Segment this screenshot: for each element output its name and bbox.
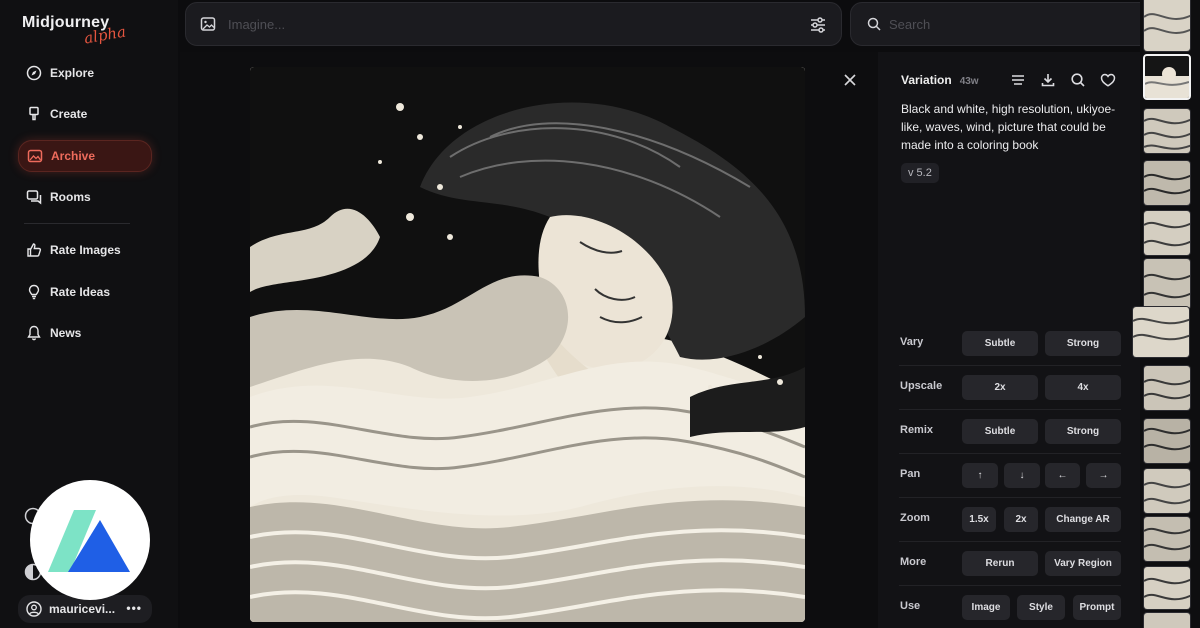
chat-icon [26, 189, 42, 205]
pan-button-2[interactable]: ↓ [1004, 463, 1040, 488]
more-button-1[interactable]: Rerun [962, 551, 1038, 576]
brush-icon [26, 106, 42, 122]
sidebar-item-label: Rooms [50, 190, 91, 204]
more-icon[interactable]: ••• [126, 601, 142, 615]
sidebar: Midjourney alpha Explore Create Archive … [0, 0, 178, 628]
more-button-2[interactable]: Vary Region [1045, 551, 1121, 576]
use-button-1[interactable]: Image [962, 595, 1010, 620]
action-row-pan: Pan ↑ ↓ ← → [899, 454, 1121, 498]
sidebar-item-label: News [50, 326, 82, 340]
action-label: Upscale [900, 380, 943, 392]
action-row-upscale: Upscale 2x 4x [899, 366, 1121, 410]
watermark-logo [30, 480, 150, 600]
pan-button-1[interactable]: ↑ [962, 463, 998, 488]
action-row-more: More Rerun Vary Region [899, 542, 1121, 586]
panel-header: Variation 43w [901, 73, 979, 87]
sidebar-item-label: Rate Images [50, 243, 121, 257]
remix-button-1[interactable]: Subtle [962, 419, 1038, 444]
user-icon [26, 601, 42, 617]
search-bar[interactable] [850, 2, 1160, 46]
vary-button-2[interactable]: Strong [1045, 331, 1121, 356]
upscale-button-2[interactable]: 4x [1045, 375, 1121, 400]
sidebar-item-rooms[interactable]: Rooms [18, 181, 152, 213]
sidebar-item-label: Archive [51, 149, 96, 163]
thumbnail[interactable] [1143, 365, 1191, 411]
settings-sliders-icon[interactable] [809, 16, 827, 39]
zoom-button-2[interactable]: 2x [1004, 507, 1038, 532]
sidebar-item-label: Explore [50, 66, 95, 80]
panel-title: Variation [901, 73, 952, 87]
sidebar-item-label: Rate Ideas [50, 285, 111, 299]
pan-button-4[interactable]: → [1086, 463, 1121, 488]
thumbnail[interactable] [1143, 418, 1191, 464]
sidebar-item-news[interactable]: News [18, 317, 152, 349]
thumbnail-selected[interactable] [1143, 54, 1191, 100]
action-label: Pan [900, 468, 921, 480]
zoom-button-1[interactable]: 1.5x [962, 507, 996, 532]
thumbnail[interactable] [1143, 566, 1191, 610]
zoom-button-3[interactable]: Change AR [1045, 507, 1121, 532]
menu-icon[interactable] [1010, 72, 1026, 88]
user-name: mauricevi... [49, 602, 116, 616]
sidebar-item-explore[interactable]: Explore [18, 57, 152, 89]
sidebar-item-archive[interactable]: Archive [18, 140, 152, 172]
bell-icon [26, 325, 42, 341]
thumbnail[interactable] [1143, 108, 1191, 154]
action-row-vary: Vary Subtle Strong [899, 322, 1121, 366]
use-button-3[interactable]: Prompt [1073, 595, 1121, 620]
thumbnail[interactable] [1143, 210, 1191, 256]
generated-image[interactable] [250, 67, 805, 622]
thumbnail[interactable] [1132, 306, 1190, 358]
download-icon[interactable] [1040, 72, 1056, 88]
image-icon [27, 148, 43, 164]
search-icon [867, 17, 881, 31]
thumbnail[interactable] [1143, 0, 1191, 52]
version-badge: v 5.2 [901, 163, 939, 183]
sidebar-item-rate-images[interactable]: Rate Images [18, 234, 152, 266]
imagine-input[interactable] [228, 16, 788, 32]
thumbnail[interactable] [1143, 160, 1191, 206]
app-logo[interactable]: Midjourney alpha [22, 14, 127, 48]
sidebar-item-label: Create [50, 107, 88, 121]
close-icon[interactable] [842, 72, 858, 88]
action-row-zoom: Zoom 1.5x 2x Change AR [899, 498, 1121, 542]
sidebar-divider [24, 223, 130, 224]
vary-button-1[interactable]: Subtle [962, 331, 1038, 356]
sidebar-item-rate-ideas[interactable]: Rate Ideas [18, 276, 152, 308]
lightbulb-icon [26, 284, 42, 300]
action-label: Zoom [900, 512, 930, 524]
sidebar-item-create[interactable]: Create [18, 98, 152, 130]
panel-age: 43w [959, 76, 979, 87]
use-button-2[interactable]: Style [1017, 595, 1065, 620]
search-similar-icon[interactable] [1070, 72, 1086, 88]
thumbnail[interactable] [1143, 612, 1191, 628]
upscale-button-1[interactable]: 2x [962, 375, 1038, 400]
action-row-use: Use Image Style Prompt [899, 586, 1121, 628]
action-label: More [900, 556, 927, 568]
thumbnail[interactable] [1143, 516, 1191, 562]
thumbnail-strip [1132, 0, 1200, 628]
thumbnail[interactable] [1143, 468, 1191, 514]
search-input[interactable] [889, 16, 1129, 32]
heart-icon[interactable] [1100, 72, 1116, 88]
prompt-text: Black and white, high resolution, ukiyoe… [901, 102, 1116, 152]
thumbnail[interactable] [1143, 258, 1191, 310]
imagine-bar[interactable] [185, 2, 842, 46]
action-row-remix: Remix Subtle Strong [899, 410, 1121, 454]
pan-button-3[interactable]: ← [1045, 463, 1080, 488]
panel-toolbar [996, 72, 1116, 88]
action-label: Remix [900, 424, 934, 436]
remix-button-2[interactable]: Strong [1045, 419, 1121, 444]
compass-icon [26, 65, 42, 81]
action-label: Vary [900, 336, 924, 348]
thumbs-up-icon [26, 242, 42, 258]
image-upload-icon[interactable] [200, 16, 216, 32]
action-label: Use [900, 600, 921, 612]
